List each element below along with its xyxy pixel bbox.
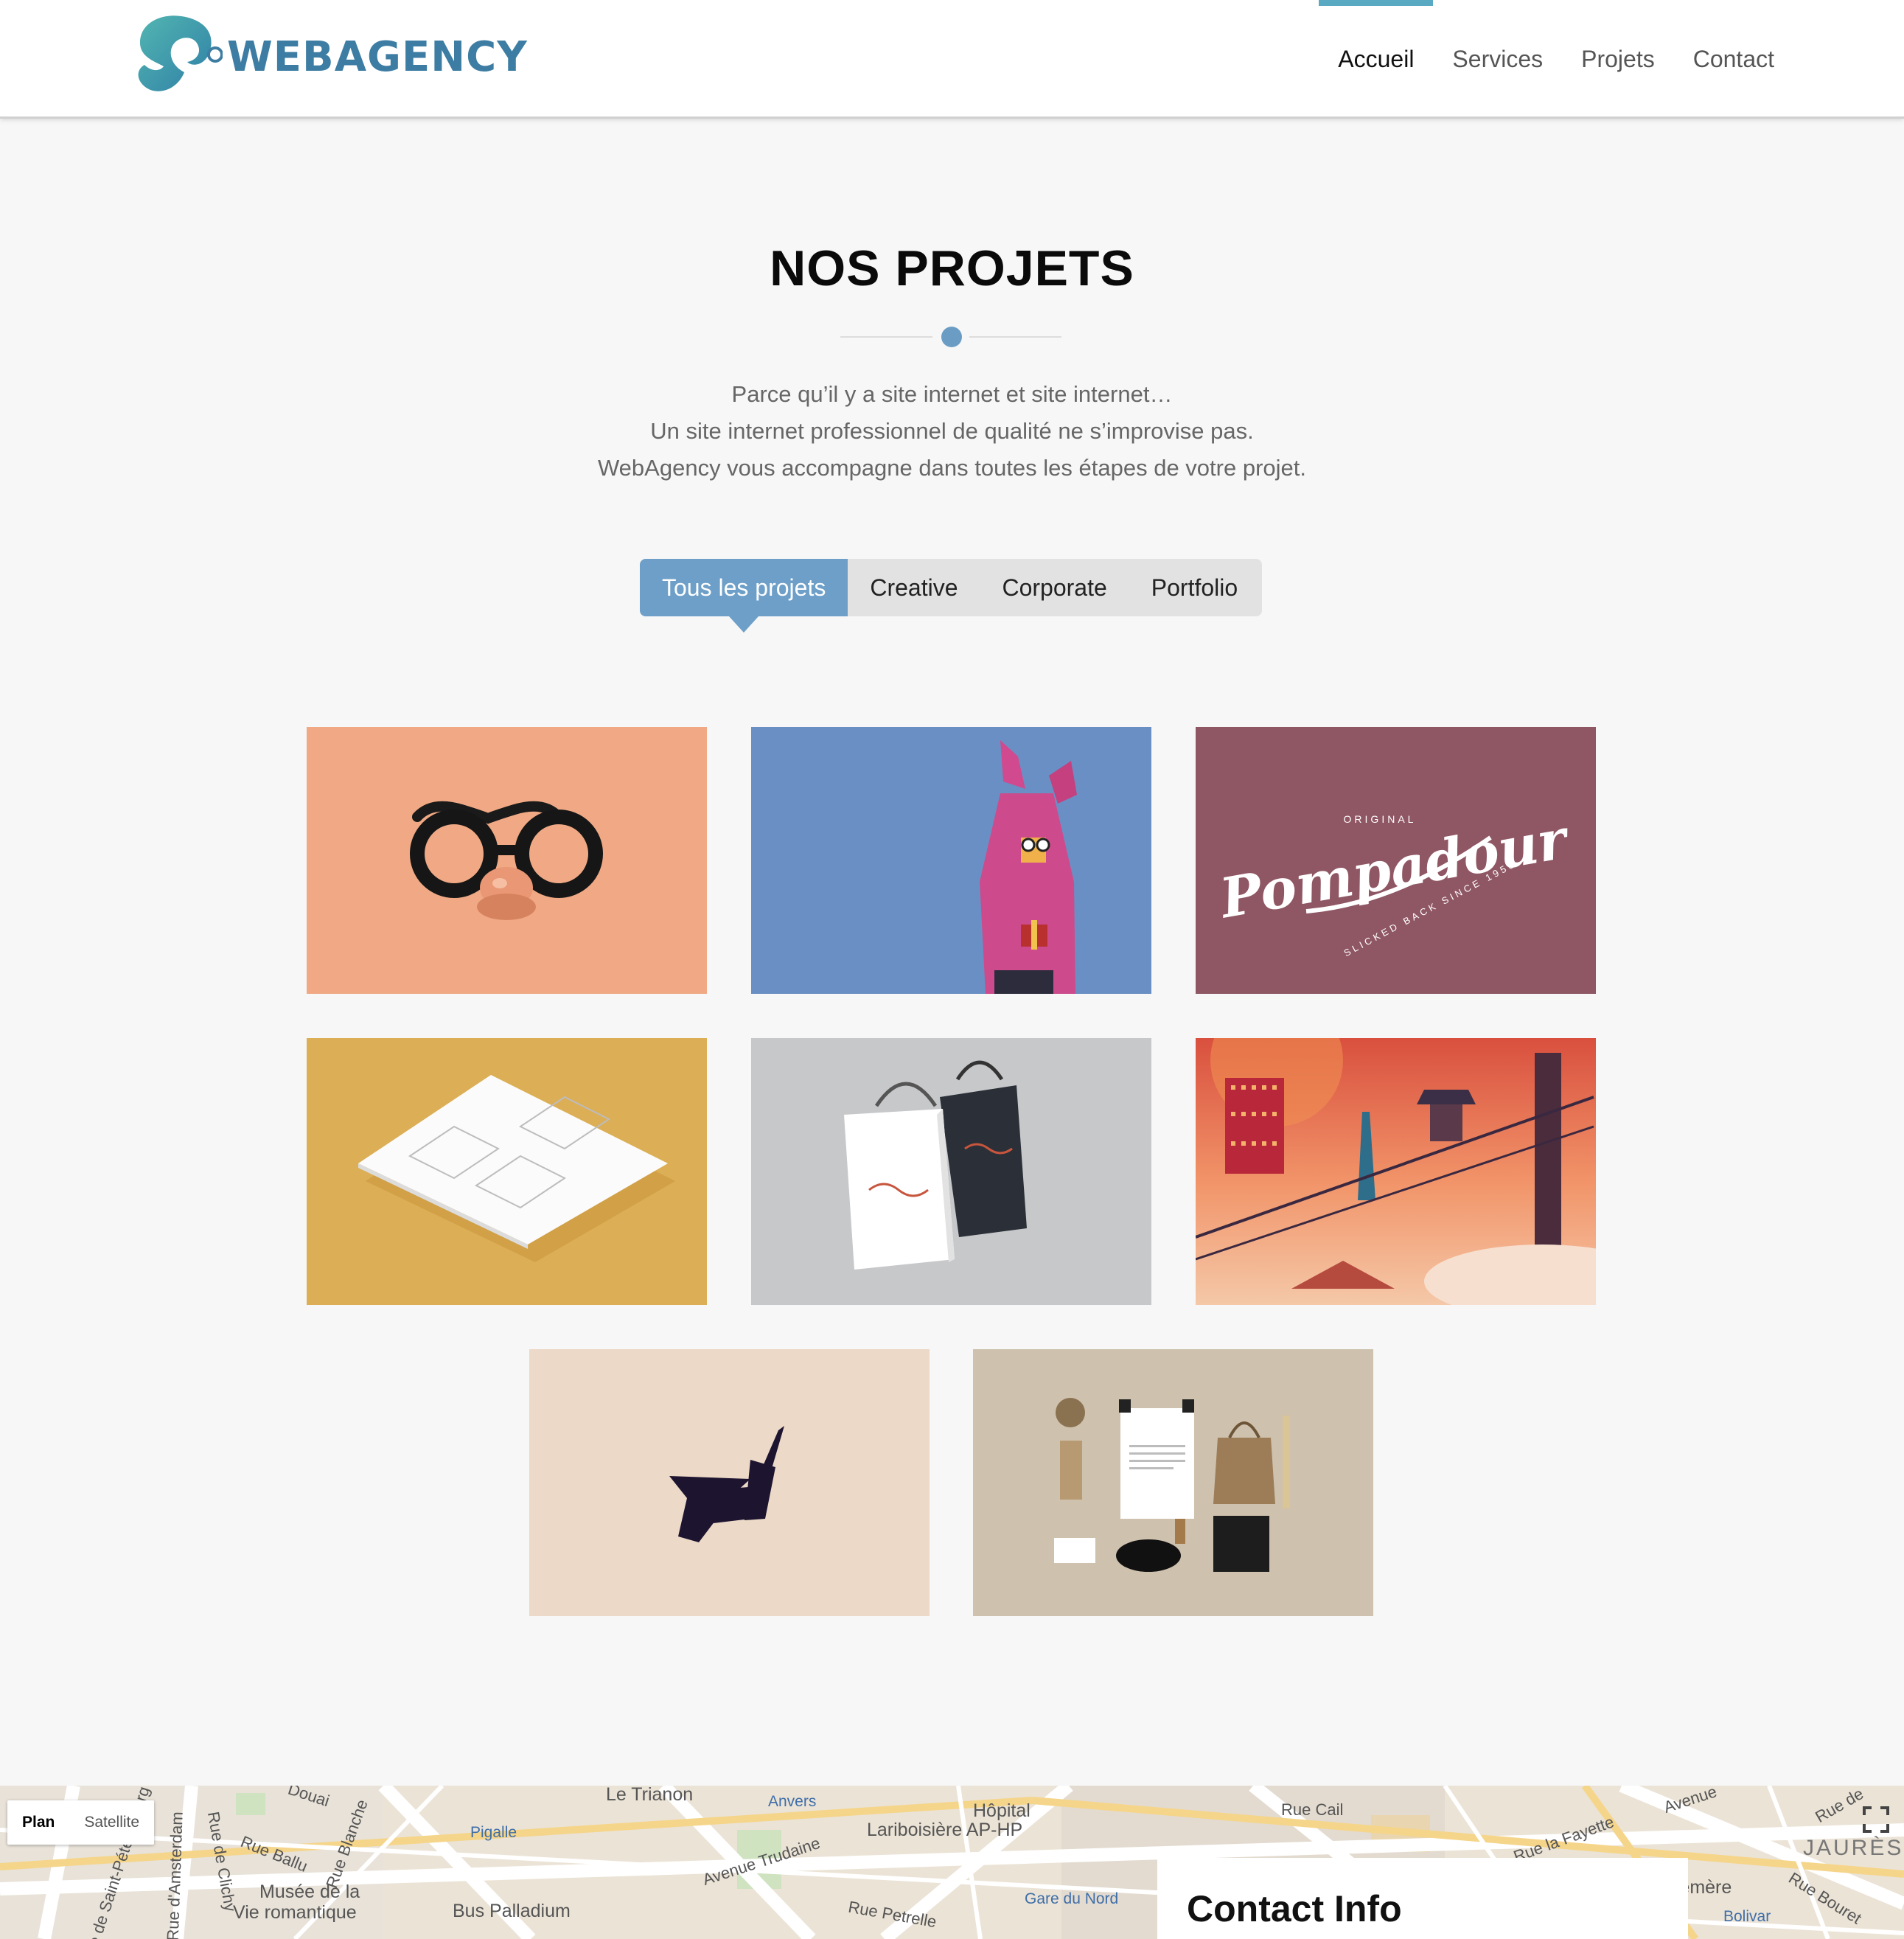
section-title: NOS PROJETS — [770, 240, 1134, 296]
project-filter-bar: Tous les projets Creative Corporate Port… — [640, 559, 1262, 633]
map-label: Lariboisière AP-HP — [867, 1820, 1023, 1840]
project-tile-bags[interactable] — [751, 1038, 1151, 1305]
project-tile-city[interactable] — [1196, 1038, 1596, 1305]
intro-line: Un site internet professionnel de qualit… — [650, 418, 1254, 444]
logo-mark-icon — [134, 13, 223, 100]
map-label: Gare du Nord — [1025, 1890, 1119, 1907]
contact-info-card: Contact Info — [1157, 1858, 1688, 1939]
contact-info-title: Contact Info — [1187, 1888, 1402, 1929]
map-label: Vie romantique — [233, 1902, 357, 1923]
title-divider — [840, 327, 1061, 347]
map-label: Le Trianon — [606, 1786, 694, 1805]
map-label: Hôpital — [973, 1800, 1031, 1821]
divider-line-right — [969, 336, 1061, 338]
map-label: Pigalle — [470, 1824, 517, 1841]
fullscreen-icon[interactable] — [1858, 1802, 1894, 1837]
project-tile-paper[interactable] — [307, 1038, 707, 1305]
nav-item-accueil[interactable]: Accueil — [1319, 0, 1434, 119]
brand-name: WEBAGENCY — [227, 32, 528, 81]
map-type-satellite[interactable]: Satellite — [69, 1800, 154, 1845]
map-label: JAURÈS — [1803, 1836, 1904, 1860]
main-nav: Accueil Services Projets Contact — [1319, 0, 1793, 119]
nav-item-projets[interactable]: Projets — [1562, 0, 1674, 119]
section-intro: Parce qu’il y a site internet et site in… — [0, 376, 1904, 487]
intro-line: WebAgency vous accompagne dans toutes le… — [597, 455, 1306, 481]
project-tile-stationery[interactable] — [973, 1349, 1373, 1616]
divider-dot — [941, 327, 962, 347]
site-header: WEBAGENCY Accueil Services Projets Conta… — [0, 0, 1904, 119]
filter-all-projects[interactable]: Tous les projets — [640, 559, 848, 633]
map-label: Rue Cail — [1281, 1800, 1344, 1819]
nav-item-contact[interactable]: Contact — [1674, 0, 1793, 119]
map-label: Anvers — [768, 1793, 817, 1810]
map-label: Bolivar — [1723, 1908, 1771, 1925]
project-tile-dart[interactable] — [529, 1349, 930, 1616]
map-label: Bus Palladium — [453, 1901, 571, 1921]
map-type-control: Plan Satellite — [7, 1800, 155, 1845]
project-tile-bunny[interactable] — [751, 727, 1151, 994]
filter-creative[interactable]: Creative — [848, 559, 980, 616]
brand-logo[interactable]: WEBAGENCY — [134, 13, 528, 100]
divider-line-left — [840, 336, 932, 338]
map-label: Musée de la — [259, 1881, 360, 1902]
project-tile-pompadour[interactable]: ORIGINAL Pompadour SLICKED BACK SINCE 19… — [1196, 727, 1596, 994]
pompadour-top-text: ORIGINAL — [1344, 813, 1417, 825]
location-map[interactable]: Le Trianon Anvers Hôpital Lariboisière A… — [0, 1786, 1904, 1939]
nav-item-services[interactable]: Services — [1433, 0, 1562, 119]
filter-corporate[interactable]: Corporate — [980, 559, 1129, 616]
map-type-plan[interactable]: Plan — [7, 1800, 69, 1845]
filter-portfolio[interactable]: Portfolio — [1129, 559, 1260, 616]
intro-line: Parce qu’il y a site internet et site in… — [731, 381, 1173, 407]
project-tile-glasses[interactable] — [307, 727, 707, 994]
